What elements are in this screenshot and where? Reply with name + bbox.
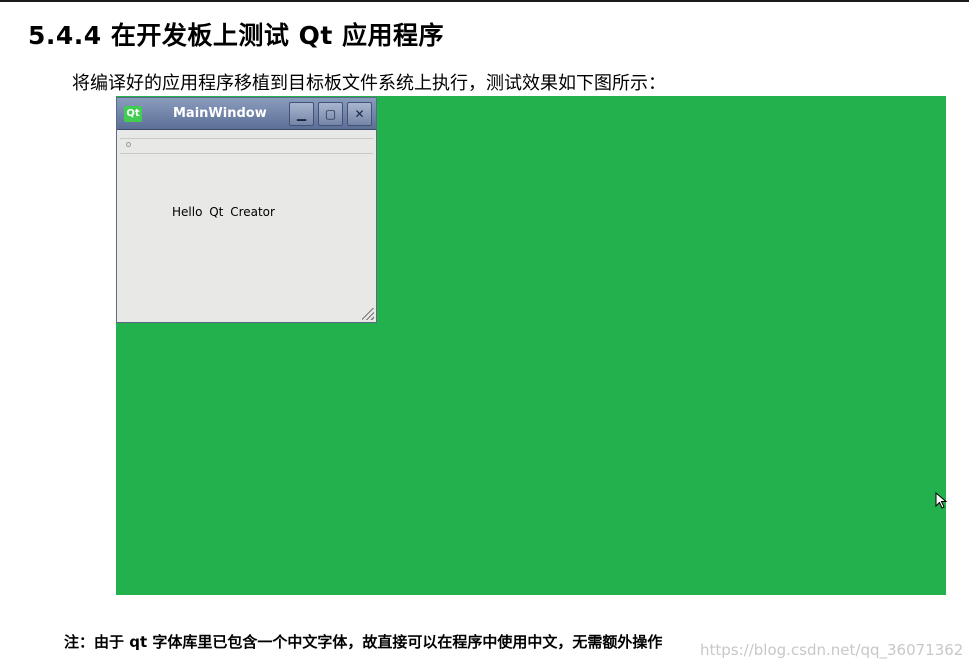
section-heading: 5.4.4 在开发板上测试 Qt 应用程序 [28,21,444,50]
menu-handle-icon [126,142,131,147]
minimize-button[interactable]: ▁ [289,102,314,126]
intro-paragraph: 将编译好的应用程序移植到目标板文件系统上执行，测试效果如下图所示： [72,73,666,94]
maximize-button[interactable]: ▢ [318,102,343,126]
mouse-cursor-icon [935,492,948,509]
qt-logo-icon: Qt [124,106,142,122]
size-grip-icon[interactable] [362,308,374,320]
top-rule [0,0,969,2]
window-title: MainWindow [173,106,267,121]
hello-label: Hello Qt Creator [172,205,275,219]
qt-main-window: Qt MainWindow ▁ ▢ ✕ Hello Qt Creator [116,97,377,323]
watermark: https://blog.csdn.net/qq_36071362 [700,641,964,659]
board-screen-image: Qt MainWindow ▁ ▢ ✕ Hello Qt Creator [116,96,948,595]
window-titlebar[interactable]: Qt MainWindow ▁ ▢ ✕ [117,98,376,130]
note-text: 注：由于 qt 字体库里已包含一个中文字体，故直接可以在程序中使用中文，无需额外… [64,633,663,651]
close-button[interactable]: ✕ [347,102,372,126]
window-menubar[interactable] [120,138,373,154]
